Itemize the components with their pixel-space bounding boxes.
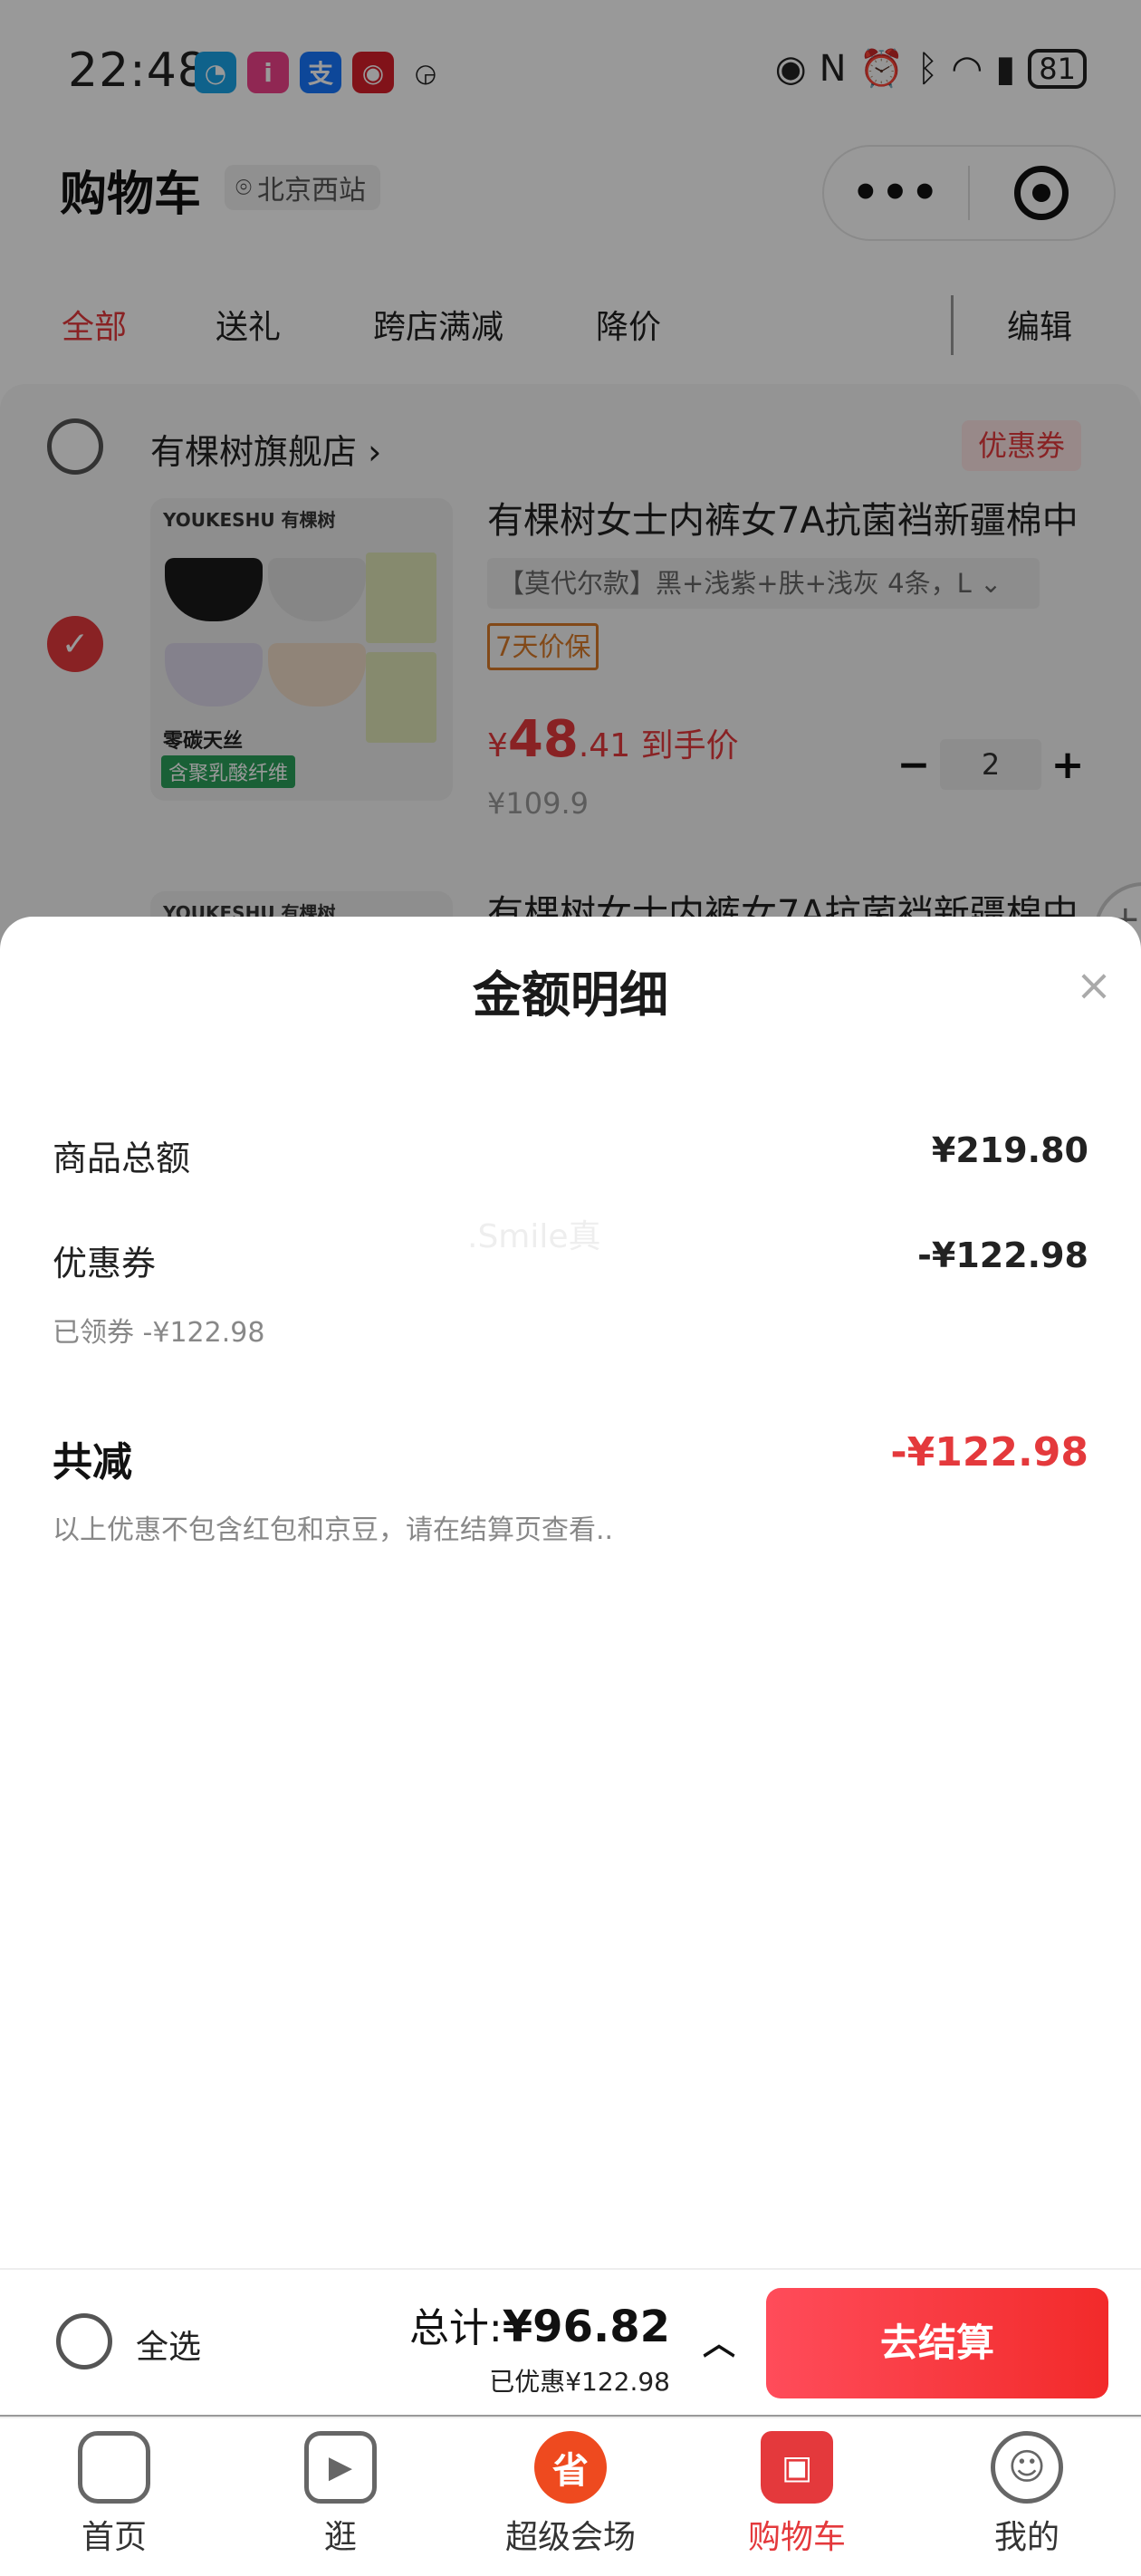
nav-label: 超级会场 <box>504 2519 636 2556</box>
total-discount-value: -¥122.98 <box>890 1429 1088 1475</box>
goods-total-label: 商品总额 <box>53 1139 191 1178</box>
nav-label: 购物车 <box>747 2519 846 2556</box>
nav-label: 首页 <box>81 2519 147 2556</box>
sheet-title: 金额明细 <box>473 966 668 1024</box>
select-all-label[interactable]: 全选 <box>136 2321 201 2368</box>
watermark-text: .Smile真 <box>467 1218 601 1255</box>
nav-item-home[interactable]: 首页 <box>24 2431 205 2558</box>
checkout-bar: 全选 总计:¥96.82 已优惠¥122.98 ︿ 去结算 <box>0 2268 1141 2415</box>
nav-item-profile[interactable]: ☺ 我的 <box>936 2431 1117 2558</box>
coupon-value: -¥122.98 <box>917 1235 1088 1275</box>
amount-details-sheet: 金额明细 × 商品总额 ¥219.80 优惠券 -¥122.98 已领券 -¥1… <box>0 917 1141 2275</box>
smiley-profile-icon: ☺ <box>991 2431 1063 2504</box>
total-amount: 总计:¥96.82 <box>408 2302 670 2352</box>
goods-total-value: ¥219.80 <box>931 1130 1088 1170</box>
chevron-up-icon[interactable]: ︿ <box>703 2317 735 2364</box>
nav-item-browse[interactable]: ▶ 逛 <box>250 2431 431 2558</box>
nav-label: 逛 <box>323 2519 357 2556</box>
nav-item-cart[interactable]: ▣ 购物车 <box>706 2431 887 2558</box>
checkout-button[interactable]: 去结算 <box>766 2288 1108 2398</box>
coupon-label: 优惠券 <box>53 1244 157 1283</box>
video-play-icon: ▶ <box>304 2431 377 2504</box>
discount-disclaimer: 以上优惠不包含红包和京豆，请在结算页查看.. <box>53 1514 614 1546</box>
cart-icon: ▣ <box>761 2431 833 2504</box>
bottom-nav: 首页 ▶ 逛 省 超级会场 ▣ 购物车 ☺ 我的 <box>0 2417 1141 2576</box>
saved-amount: 已优惠¥122.98 <box>489 2367 670 2397</box>
nav-label: 我的 <box>993 2519 1060 2556</box>
coupon-note: 已领券 -¥122.98 <box>53 1317 265 1349</box>
select-all-checkbox[interactable] <box>56 2313 112 2369</box>
super-venue-icon: 省 <box>534 2431 607 2504</box>
home-icon <box>78 2431 150 2504</box>
total-discount-label: 共减 <box>53 1439 132 1485</box>
nav-item-super-venue[interactable]: 省 超级会场 <box>480 2431 661 2558</box>
close-icon[interactable]: × <box>1072 964 1116 1007</box>
